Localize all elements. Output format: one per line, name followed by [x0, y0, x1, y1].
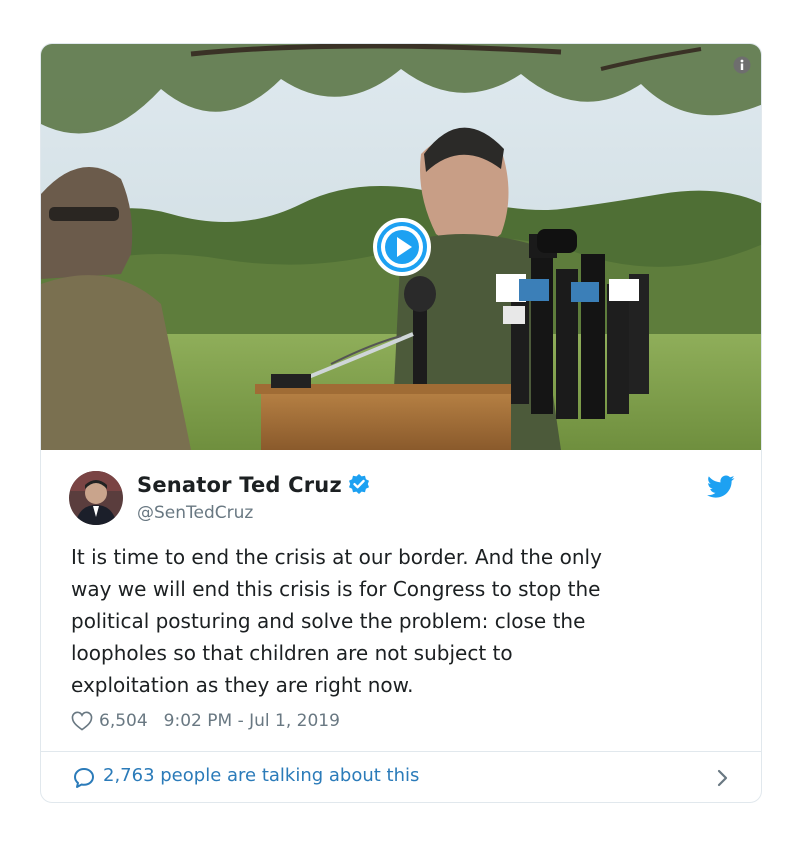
display-name[interactable]: Senator Ted Cruz — [137, 473, 370, 497]
avatar-image — [69, 471, 123, 525]
video-thumbnail[interactable] — [41, 44, 761, 450]
tweet-timestamp[interactable]: 9:02 PM - Jul 1, 2019 — [164, 711, 340, 731]
display-name-label: Senator Ted Cruz — [137, 473, 342, 497]
verified-badge-icon — [348, 474, 369, 494]
twitter-bird-icon[interactable] — [707, 475, 735, 499]
speech-bubble-icon — [74, 768, 94, 788]
tweet-text: It is time to end the crisis at our bord… — [71, 545, 602, 697]
like-count[interactable]: 6,504 — [99, 711, 148, 731]
avatar[interactable] — [69, 471, 123, 525]
tweet-header: Senator Ted Cruz @SenTedCruz — [69, 471, 735, 527]
conversation-link[interactable]: 2,763 people are talking about this — [41, 752, 761, 802]
chevron-right-icon — [717, 769, 728, 787]
tweet-meta: 6,504 9:02 PM - Jul 1, 2019 — [71, 708, 340, 734]
info-icon[interactable] — [733, 56, 751, 74]
play-icon[interactable] — [373, 218, 431, 276]
user-handle[interactable]: @SenTedCruz — [137, 503, 253, 523]
heart-icon[interactable] — [71, 711, 93, 731]
embedded-tweet-card: Senator Ted Cruz @SenTedCruz It is time … — [40, 43, 762, 803]
conversation-label: 2,763 people are talking about this — [103, 765, 420, 786]
